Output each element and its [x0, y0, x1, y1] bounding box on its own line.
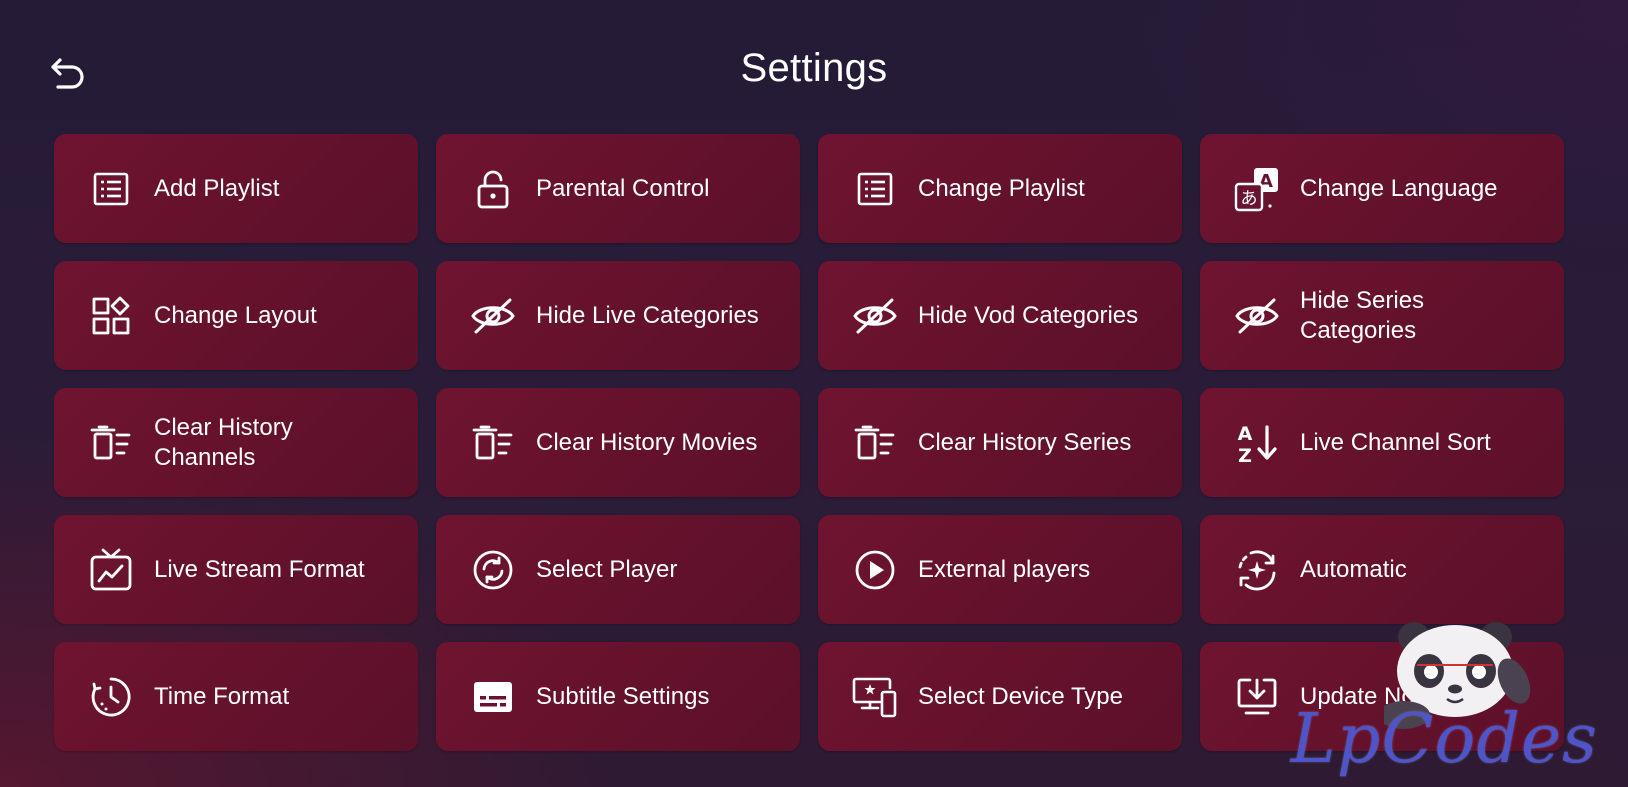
settings-grid: Add Playlist Parental Control Change Pla…: [54, 134, 1566, 751]
devices-icon: [852, 674, 898, 720]
player-sync-icon: [470, 547, 516, 593]
hide-live-categories-button[interactable]: Hide Live Categories: [436, 261, 800, 370]
tile-label: External players: [918, 555, 1091, 583]
add-playlist-button[interactable]: Add Playlist: [54, 134, 418, 243]
delete-sweep-icon: [88, 420, 134, 466]
lock-icon: [470, 166, 516, 212]
clear-history-movies-button[interactable]: Clear History Movies: [436, 388, 800, 497]
tile-label: Select Device Type: [918, 682, 1123, 710]
list-icon: [88, 166, 134, 212]
auto-refresh-icon: [1234, 547, 1280, 593]
select-device-type-button[interactable]: Select Device Type: [818, 642, 1182, 751]
tv-chart-icon: [88, 547, 134, 593]
change-layout-button[interactable]: Change Layout: [54, 261, 418, 370]
change-language-button[interactable]: A あ Change Language: [1200, 134, 1564, 243]
external-players-button[interactable]: External players: [818, 515, 1182, 624]
subtitle-settings-button[interactable]: Subtitle Settings: [436, 642, 800, 751]
eye-off-icon: [470, 293, 516, 339]
tile-label: Live Channel Sort: [1300, 428, 1491, 456]
hide-series-categories-button[interactable]: Hide Series Categories: [1200, 261, 1564, 370]
svg-text:Z: Z: [1238, 445, 1252, 465]
page-title: Settings: [740, 46, 888, 90]
tile-label: Hide Live Categories: [536, 301, 759, 329]
tile-label: Hide Series Categories: [1300, 286, 1425, 344]
select-player-button[interactable]: Select Player: [436, 515, 800, 624]
svg-text:A: A: [1238, 423, 1253, 445]
parental-control-button[interactable]: Parental Control: [436, 134, 800, 243]
delete-sweep-icon: [852, 420, 898, 466]
list-icon: [852, 166, 898, 212]
tile-label: Hide Vod Categories: [918, 301, 1139, 329]
tile-label: Change Layout: [154, 301, 317, 329]
tile-label: Change Language: [1300, 174, 1498, 202]
live-stream-format-button[interactable]: Live Stream Format: [54, 515, 418, 624]
automatic-button[interactable]: Automatic: [1200, 515, 1564, 624]
eye-off-icon: [852, 293, 898, 339]
tile-label: Update Now: [1300, 682, 1433, 710]
tile-label: Time Format: [154, 682, 290, 710]
tile-label: Subtitle Settings: [536, 682, 710, 710]
play-circle-icon: [852, 547, 898, 593]
download-screen-icon: [1234, 674, 1280, 720]
live-channel-sort-button[interactable]: A Z Live Channel Sort: [1200, 388, 1564, 497]
time-format-button[interactable]: Time Format: [54, 642, 418, 751]
tile-label: Change Playlist: [918, 174, 1085, 202]
clock-icon: [88, 674, 134, 720]
tile-label: Live Stream Format: [154, 555, 365, 583]
subtitles-icon: [470, 674, 516, 720]
tile-label: Select Player: [536, 555, 678, 583]
tile-label: Parental Control: [536, 174, 710, 202]
hide-vod-categories-button[interactable]: Hide Vod Categories: [818, 261, 1182, 370]
tile-label: Clear History Movies: [536, 428, 758, 456]
clear-history-channels-button[interactable]: Clear History Channels: [54, 388, 418, 497]
svg-text:あ: あ: [1241, 189, 1258, 209]
tile-label: Clear History Series: [918, 428, 1132, 456]
sort-az-icon: A Z: [1234, 420, 1280, 466]
update-now-button[interactable]: Update Now: [1200, 642, 1564, 751]
layout-shapes-icon: [88, 293, 134, 339]
change-playlist-button[interactable]: Change Playlist: [818, 134, 1182, 243]
tile-label: Automatic: [1300, 555, 1407, 583]
tile-label: Add Playlist: [154, 174, 280, 202]
delete-sweep-icon: [470, 420, 516, 466]
translate-icon: A あ: [1234, 166, 1280, 212]
tile-label: Clear History Channels: [154, 413, 293, 471]
clear-history-series-button[interactable]: Clear History Series: [818, 388, 1182, 497]
eye-off-icon: [1234, 293, 1280, 339]
